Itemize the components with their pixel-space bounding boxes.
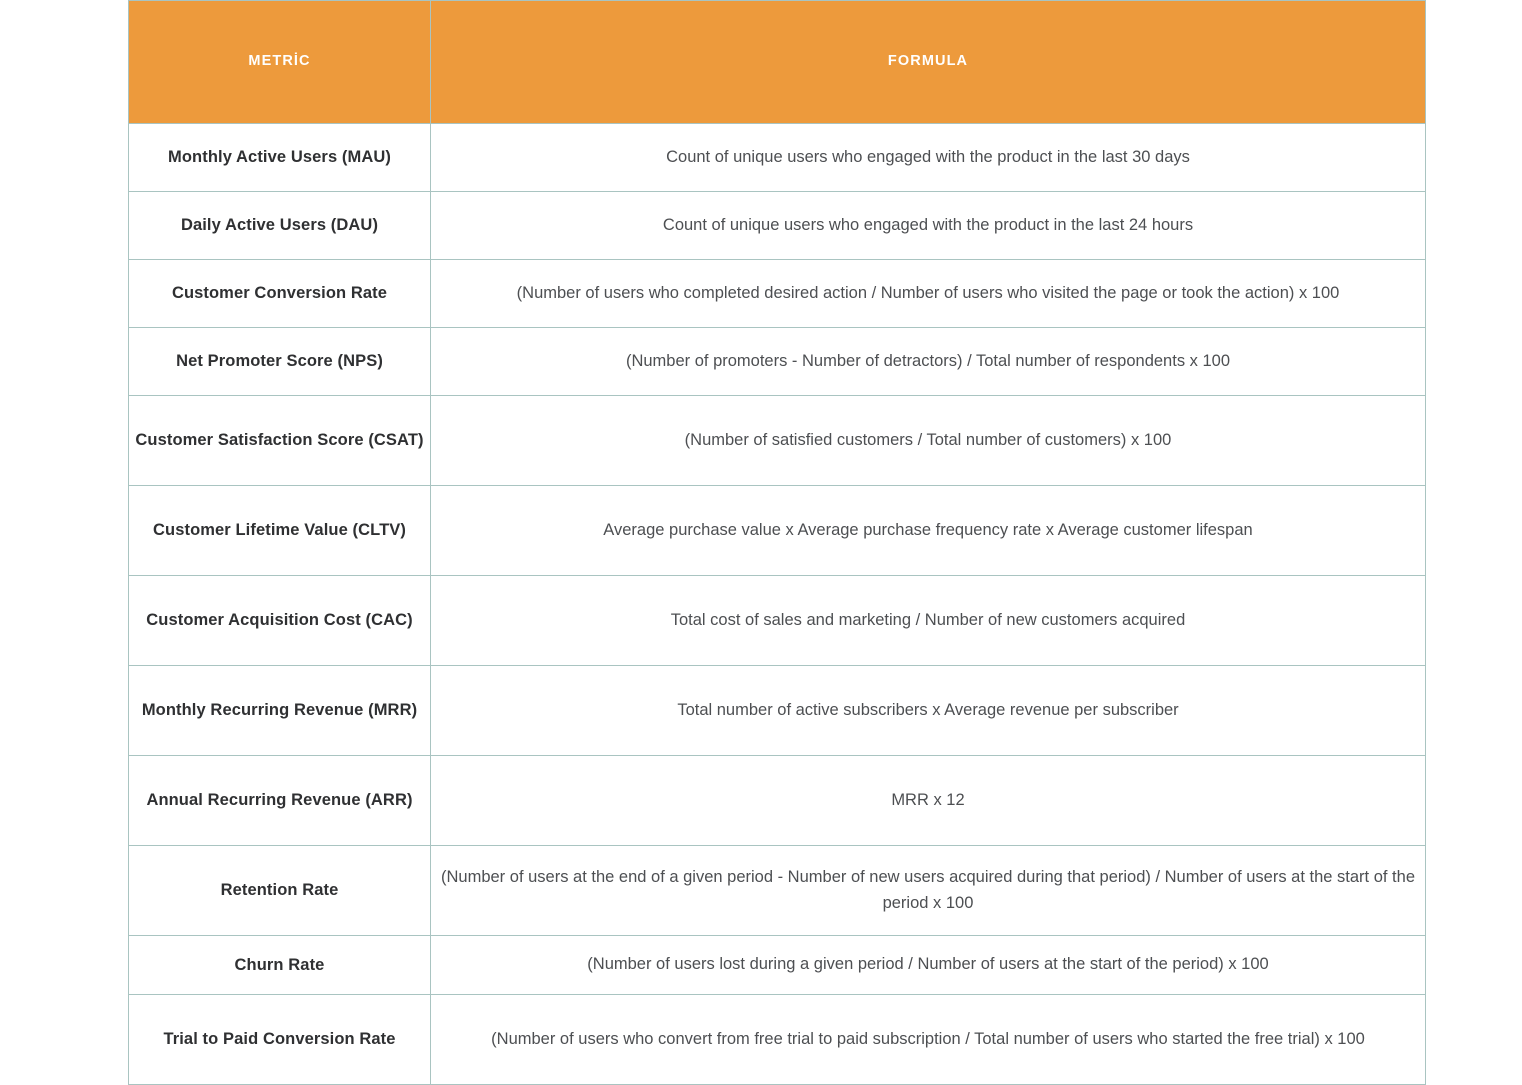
metric-formula: (Number of satisfied customers / Total n…: [430, 395, 1426, 486]
column-header-metric: METRİC: [128, 0, 431, 124]
table-row: Retention Rate (Number of users at the e…: [128, 845, 1426, 936]
metric-name: Churn Rate: [128, 935, 431, 995]
table-body: Monthly Active Users (MAU) Count of uniq…: [128, 123, 1426, 1085]
metric-name: Annual Recurring Revenue (ARR): [128, 755, 431, 846]
metric-name: Monthly Recurring Revenue (MRR): [128, 665, 431, 756]
metric-formula: Total cost of sales and marketing / Numb…: [430, 575, 1426, 666]
metric-formula: (Number of users who completed desired a…: [430, 259, 1426, 328]
metrics-table-container: METRİC FORMULA Monthly Active Users (MAU…: [128, 0, 1426, 1085]
product-metrics-table: METRİC FORMULA Monthly Active Users (MAU…: [128, 0, 1426, 1085]
metric-name: Daily Active Users (DAU): [128, 191, 431, 260]
metric-formula: (Number of users lost during a given per…: [430, 935, 1426, 995]
column-header-formula: FORMULA: [430, 0, 1426, 124]
metric-name: Customer Satisfaction Score (CSAT): [128, 395, 431, 486]
metric-name: Net Promoter Score (NPS): [128, 327, 431, 396]
column-header-formula-label: FORMULA: [887, 53, 969, 70]
metric-name: Retention Rate: [128, 845, 431, 936]
table-row: Daily Active Users (DAU) Count of unique…: [128, 191, 1426, 260]
table-row: Monthly Active Users (MAU) Count of uniq…: [128, 123, 1426, 192]
table-row: Customer Satisfaction Score (CSAT) (Numb…: [128, 395, 1426, 486]
metric-formula: Total number of active subscribers x Ave…: [430, 665, 1426, 756]
metric-name: Customer Conversion Rate: [128, 259, 431, 328]
metric-name: Customer Lifetime Value (CLTV): [128, 485, 431, 576]
metric-formula: Count of unique users who engaged with t…: [430, 123, 1426, 192]
metric-formula: Average purchase value x Average purchas…: [430, 485, 1426, 576]
table-row: Trial to Paid Conversion Rate (Number of…: [128, 994, 1426, 1085]
table-row: Customer Lifetime Value (CLTV) Average p…: [128, 485, 1426, 576]
table-row: Customer Acquisition Cost (CAC) Total co…: [128, 575, 1426, 666]
metric-formula: MRR x 12: [430, 755, 1426, 846]
metric-name: Customer Acquisition Cost (CAC): [128, 575, 431, 666]
metric-formula: (Number of promoters - Number of detract…: [430, 327, 1426, 396]
table-row: Annual Recurring Revenue (ARR) MRR x 12: [128, 755, 1426, 846]
table-header: METRİC FORMULA: [128, 0, 1426, 124]
metric-formula: Count of unique users who engaged with t…: [430, 191, 1426, 260]
table-row: Customer Conversion Rate (Number of user…: [128, 259, 1426, 328]
header-row: METRİC FORMULA: [128, 0, 1426, 124]
column-header-metric-label: METRİC: [248, 53, 311, 70]
metric-name: Trial to Paid Conversion Rate: [128, 994, 431, 1085]
table-row: Churn Rate (Number of users lost during …: [128, 935, 1426, 995]
table-row: Net Promoter Score (NPS) (Number of prom…: [128, 327, 1426, 396]
metric-formula: (Number of users at the end of a given p…: [430, 845, 1426, 936]
metric-name: Monthly Active Users (MAU): [128, 123, 431, 192]
table-row: Monthly Recurring Revenue (MRR) Total nu…: [128, 665, 1426, 756]
metric-formula: (Number of users who convert from free t…: [430, 994, 1426, 1085]
